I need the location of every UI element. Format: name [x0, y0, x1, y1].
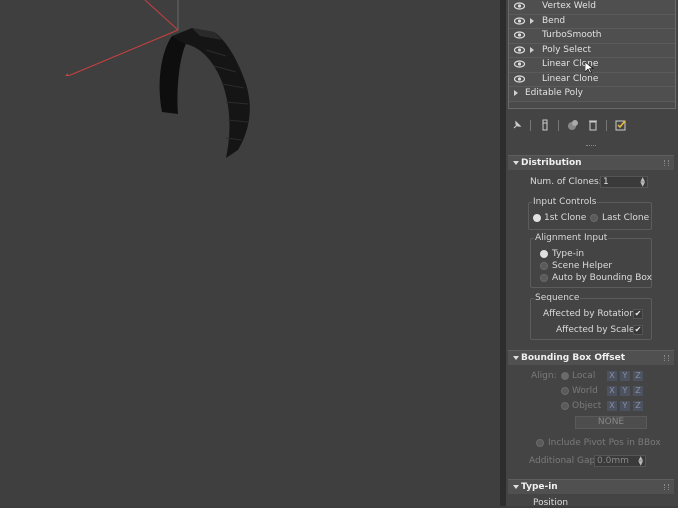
rollout-bbox-header[interactable]: Bounding Box Offset — [508, 350, 674, 365]
collapse-arrow-icon — [513, 356, 519, 360]
eye-icon[interactable] — [514, 45, 525, 54]
axis-x-button[interactable]: X — [607, 371, 617, 381]
axis-y-line — [144, 0, 179, 31]
rollout-title: Type-in — [521, 482, 558, 492]
stack-item-turbosmooth[interactable]: TurboSmooth — [509, 29, 675, 44]
eye-icon[interactable] — [514, 31, 525, 39]
stack-toolbar — [506, 116, 678, 136]
num-clones-spinner[interactable]: 1 ▲ ▼ — [600, 176, 648, 188]
drag-handle-icon[interactable] — [664, 355, 669, 361]
stack-item-label: Vertex Weld — [542, 1, 596, 11]
additional-gap-value: 0.0mm — [597, 456, 629, 466]
rollout-title: Bounding Box Offset — [521, 353, 626, 363]
rollout-type-in-header[interactable]: Type-in — [508, 479, 674, 494]
align-label: Align: — [531, 371, 557, 381]
stack-item-label: Poly Select — [542, 44, 592, 55]
radio-scene-helper[interactable] — [540, 262, 548, 270]
radio-last-clone[interactable] — [590, 214, 598, 222]
configure-modifier-sets-icon[interactable] — [614, 118, 628, 132]
axis-y-button[interactable]: Y — [620, 386, 630, 396]
group-title: Alignment Input — [534, 233, 609, 243]
alignment-input-group: Alignment Input Type-in Scene Helper Aut… — [530, 233, 652, 288]
affected-by-rotation-checkbox[interactable]: ✔ — [633, 309, 643, 319]
radio-label: Scene Helper — [552, 261, 613, 271]
radio-type-in[interactable] — [540, 250, 548, 258]
make-unique-icon[interactable] — [566, 118, 580, 132]
radio-auto-bounding-box[interactable] — [540, 274, 548, 282]
stack-item-bend[interactable]: Bend — [509, 14, 675, 29]
axis-x-button[interactable]: X — [607, 401, 617, 411]
num-clones-label: Num. of Clones: — [530, 177, 602, 187]
pin-stack-icon[interactable] — [510, 118, 524, 132]
include-pivot-label: Include Pivot Pos in BBox — [548, 438, 661, 448]
input-controls-group: Input Controls 1st Clone Last Clone — [528, 197, 652, 230]
radio-world[interactable] — [561, 387, 569, 395]
spinner-arrows-icon[interactable]: ▲ ▼ — [638, 456, 643, 467]
stack-item-linear-clone-2[interactable]: Linear Clone — [509, 72, 675, 87]
rollout-distribution: Num. of Clones: 1 ▲ ▼ Input Controls 1st … — [508, 170, 674, 342]
stack-item-poly-select[interactable]: Poly Select — [509, 43, 675, 58]
stack-item-editable-poly[interactable]: Editable Poly — [509, 87, 675, 102]
stack-item-label: Bend — [542, 15, 566, 26]
rollout-distribution-header[interactable]: Distribution — [508, 155, 674, 170]
affected-by-scale-checkbox[interactable]: ✔ — [633, 325, 643, 335]
none-button[interactable]: NONE — [575, 416, 647, 429]
radio-label: 1st Clone — [544, 213, 587, 223]
expand-arrow-icon[interactable] — [530, 17, 534, 24]
radio-label: Local — [572, 371, 596, 381]
modifier-stack[interactable]: Vertex Weld Bend TurboSmooth Poly Select… — [508, 0, 676, 109]
panel-grip[interactable] — [586, 145, 596, 149]
additional-gap-label: Additional Gap: — [529, 456, 599, 466]
sequence-group: Sequence Affected by Rotation: ✔ Affecte… — [530, 293, 652, 340]
affected-by-scale-label: Affected by Scale: — [556, 325, 638, 335]
remove-modifier-icon[interactable] — [586, 118, 600, 132]
affected-by-rotation-label: Affected by Rotation: — [543, 309, 639, 319]
radio-label: Auto by Bounding Box — [552, 273, 652, 283]
spinner-arrows-icon[interactable]: ▲ ▼ — [640, 177, 645, 188]
eye-icon[interactable] — [514, 2, 525, 10]
num-clones-value: 1 — [603, 177, 609, 187]
command-panel: Vertex Weld Bend TurboSmooth Poly Select… — [506, 0, 678, 508]
radio-object[interactable] — [561, 402, 569, 410]
additional-gap-spinner[interactable]: 0.0mm ▲ ▼ — [594, 455, 646, 467]
drag-handle-icon[interactable] — [664, 160, 669, 166]
stack-item-vertex-weld[interactable]: Vertex Weld — [509, 0, 675, 15]
eye-icon[interactable] — [514, 74, 525, 83]
eye-icon[interactable] — [514, 16, 525, 25]
axis-x-button[interactable]: X — [607, 386, 617, 396]
model-left-band — [159, 36, 186, 114]
eye-icon[interactable] — [514, 60, 525, 68]
expand-arrow-icon[interactable] — [530, 46, 534, 53]
radio-label: Object — [572, 401, 602, 411]
stack-item-label: Linear Clone — [542, 73, 599, 84]
radio-label: World — [572, 386, 598, 396]
viewport-canvas — [65, 0, 250, 158]
radio-label: Last Clone — [602, 213, 650, 223]
show-end-result-icon[interactable] — [538, 118, 552, 132]
radio-label: Type-in — [552, 249, 585, 259]
axis-y-button[interactable]: Y — [620, 401, 630, 411]
axis-z-button[interactable]: Z — [633, 371, 643, 381]
axis-z-button[interactable]: Z — [633, 386, 643, 396]
axis-y-button[interactable]: Y — [620, 371, 630, 381]
position-label: Position — [533, 498, 569, 508]
group-title: Input Controls — [532, 197, 598, 207]
axis-z-button[interactable]: Z — [633, 401, 643, 411]
rollout-title: Distribution — [521, 158, 582, 168]
stack-item-label: Editable Poly — [525, 88, 583, 98]
include-pivot-checkbox[interactable] — [536, 439, 544, 447]
expand-arrow-icon[interactable] — [514, 90, 518, 96]
radio-1st-clone[interactable] — [533, 214, 541, 222]
collapse-arrow-icon — [513, 485, 519, 489]
rollout-bbox: Align: Local X Y Z World X Y Z Object X … — [508, 365, 674, 475]
radio-local[interactable] — [561, 372, 569, 380]
collapse-arrow-icon — [513, 161, 519, 165]
drag-handle-icon[interactable] — [664, 484, 669, 490]
viewport[interactable] — [0, 0, 500, 506]
stack-item-label: TurboSmooth — [542, 30, 602, 40]
group-title: Sequence — [534, 293, 581, 303]
stack-item-linear-clone[interactable]: Linear Clone — [509, 58, 675, 74]
